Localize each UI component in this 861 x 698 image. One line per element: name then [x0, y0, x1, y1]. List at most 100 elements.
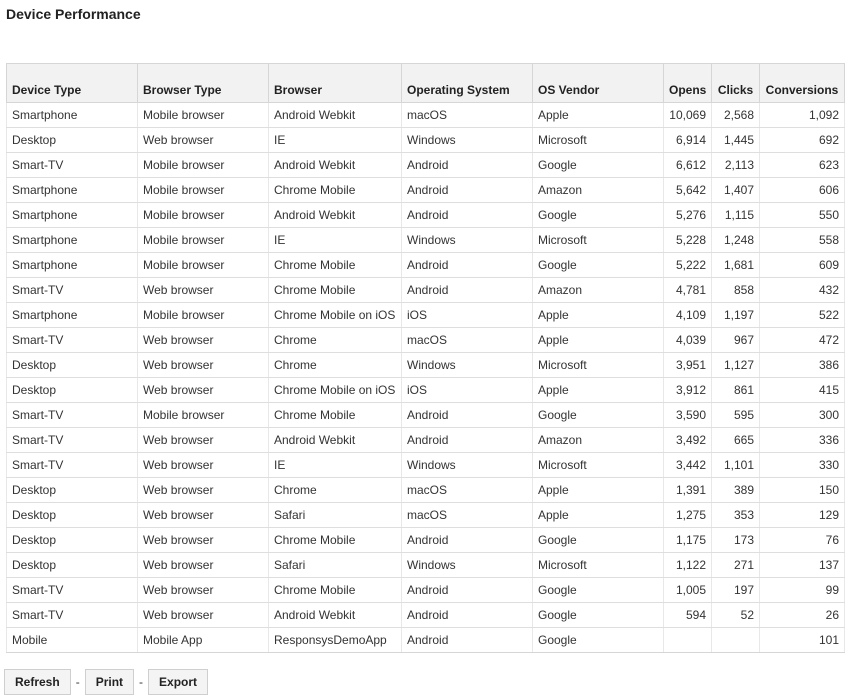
cell-opens: 5,276: [663, 202, 712, 228]
table-row: Smartphone Mobile browser Chrome Mobile on…: [6, 302, 845, 328]
column-header-os-vendor[interactable]: OS Vendor: [532, 63, 664, 103]
cell-device-type: Desktop: [6, 127, 138, 153]
column-header-browser-type[interactable]: Browser Type: [137, 63, 269, 103]
cell-opens: 5,642: [663, 177, 712, 203]
cell-browser-type: Mobile browser: [137, 102, 269, 128]
cell-browser-type: Web browser: [137, 427, 269, 453]
cell-device-type: Smartphone: [6, 177, 138, 203]
action-bar: Refresh - Print - Export: [4, 669, 209, 695]
cell-browser-type: Mobile browser: [137, 252, 269, 278]
cell-operating-system: Windows: [401, 452, 533, 478]
cell-browser: Android Webkit: [268, 427, 402, 453]
cell-opens: 5,228: [663, 227, 712, 253]
cell-os-vendor: Apple: [532, 102, 664, 128]
export-button[interactable]: Export: [148, 669, 209, 695]
cell-conversions: 609: [759, 252, 845, 278]
table-row: Desktop Web browser Chrome Mobile on iOS iO…: [6, 377, 845, 403]
cell-opens: 3,492: [663, 427, 712, 453]
table-row: Smart-TV Web browser Chrome macOS Apple 4,039…: [6, 327, 845, 353]
cell-conversions: 558: [759, 227, 845, 253]
cell-browser-type: Web browser: [137, 352, 269, 378]
cell-device-type: Smartphone: [6, 202, 138, 228]
cell-conversions: 623: [759, 152, 845, 178]
refresh-button[interactable]: Refresh: [4, 669, 71, 695]
cell-device-type: Smartphone: [6, 227, 138, 253]
cell-browser: IE: [268, 227, 402, 253]
cell-os-vendor: Google: [532, 152, 664, 178]
cell-clicks: 389: [711, 477, 760, 503]
cell-operating-system: Windows: [401, 352, 533, 378]
cell-operating-system: Android: [401, 527, 533, 553]
cell-os-vendor: Apple: [532, 302, 664, 328]
column-header-clicks[interactable]: Clicks: [711, 63, 760, 103]
column-header-conversions[interactable]: Conversions: [759, 63, 845, 103]
cell-device-type: Mobile: [6, 627, 138, 653]
cell-conversions: 137: [759, 552, 845, 578]
table-body: Smartphone Mobile browser Android Webkit ma…: [6, 102, 845, 653]
table-row: Desktop Web browser Safari Windows Microsoft…: [6, 552, 845, 578]
cell-browser: Chrome Mobile: [268, 577, 402, 603]
cell-conversions: 472: [759, 327, 845, 353]
cell-os-vendor: Microsoft: [532, 452, 664, 478]
cell-browser-type: Mobile App: [137, 627, 269, 653]
cell-operating-system: macOS: [401, 477, 533, 503]
cell-conversions: 336: [759, 427, 845, 453]
cell-conversions: 415: [759, 377, 845, 403]
cell-os-vendor: Microsoft: [532, 552, 664, 578]
cell-operating-system: Windows: [401, 227, 533, 253]
cell-operating-system: Android: [401, 627, 533, 653]
cell-clicks: 858: [711, 277, 760, 303]
cell-operating-system: iOS: [401, 302, 533, 328]
cell-opens: 1,175: [663, 527, 712, 553]
column-header-browser[interactable]: Browser: [268, 63, 402, 103]
cell-device-type: Smartphone: [6, 252, 138, 278]
cell-browser-type: Mobile browser: [137, 152, 269, 178]
print-button[interactable]: Print: [84, 669, 135, 695]
cell-clicks: 1,115: [711, 202, 760, 228]
cell-browser-type: Web browser: [137, 127, 269, 153]
column-header-opens[interactable]: Opens: [663, 63, 712, 103]
cell-os-vendor: Google: [532, 252, 664, 278]
cell-os-vendor: Amazon: [532, 427, 664, 453]
cell-browser-type: Web browser: [137, 277, 269, 303]
table-header-row: Device Type Browser Type Browser Operati…: [6, 63, 845, 103]
column-header-device-type[interactable]: Device Type: [6, 63, 138, 103]
cell-browser: IE: [268, 452, 402, 478]
separator: -: [139, 675, 144, 689]
cell-conversions: 606: [759, 177, 845, 203]
cell-opens: 3,442: [663, 452, 712, 478]
cell-os-vendor: Amazon: [532, 277, 664, 303]
cell-device-type: Smart-TV: [6, 427, 138, 453]
cell-opens: 4,781: [663, 277, 712, 303]
cell-device-type: Smartphone: [6, 302, 138, 328]
cell-clicks: 197: [711, 577, 760, 603]
cell-browser-type: Mobile browser: [137, 402, 269, 428]
cell-operating-system: Windows: [401, 127, 533, 153]
table-row: Desktop Web browser Safari macOS Apple 1,275 3…: [6, 502, 845, 528]
cell-browser: Chrome Mobile on iOS: [268, 302, 402, 328]
cell-conversions: 101: [759, 627, 845, 653]
cell-device-type: Smart-TV: [6, 152, 138, 178]
cell-opens: 3,912: [663, 377, 712, 403]
cell-browser-type: Web browser: [137, 502, 269, 528]
cell-conversions: 522: [759, 302, 845, 328]
cell-device-type: Smart-TV: [6, 577, 138, 603]
cell-os-vendor: Amazon: [532, 177, 664, 203]
cell-opens: 1,005: [663, 577, 712, 603]
cell-opens: 6,914: [663, 127, 712, 153]
cell-clicks: 173: [711, 527, 760, 553]
cell-conversions: 692: [759, 127, 845, 153]
cell-device-type: Desktop: [6, 527, 138, 553]
cell-browser: Android Webkit: [268, 152, 402, 178]
cell-browser: Chrome Mobile: [268, 277, 402, 303]
cell-opens: 1,275: [663, 502, 712, 528]
cell-conversions: 1,092: [759, 102, 845, 128]
cell-device-type: Desktop: [6, 477, 138, 503]
cell-opens: 594: [663, 602, 712, 628]
cell-browser-type: Web browser: [137, 327, 269, 353]
cell-clicks: 2,113: [711, 152, 760, 178]
cell-conversions: 386: [759, 352, 845, 378]
column-header-operating-system[interactable]: Operating System: [401, 63, 533, 103]
cell-browser-type: Mobile browser: [137, 202, 269, 228]
cell-os-vendor: Google: [532, 402, 664, 428]
